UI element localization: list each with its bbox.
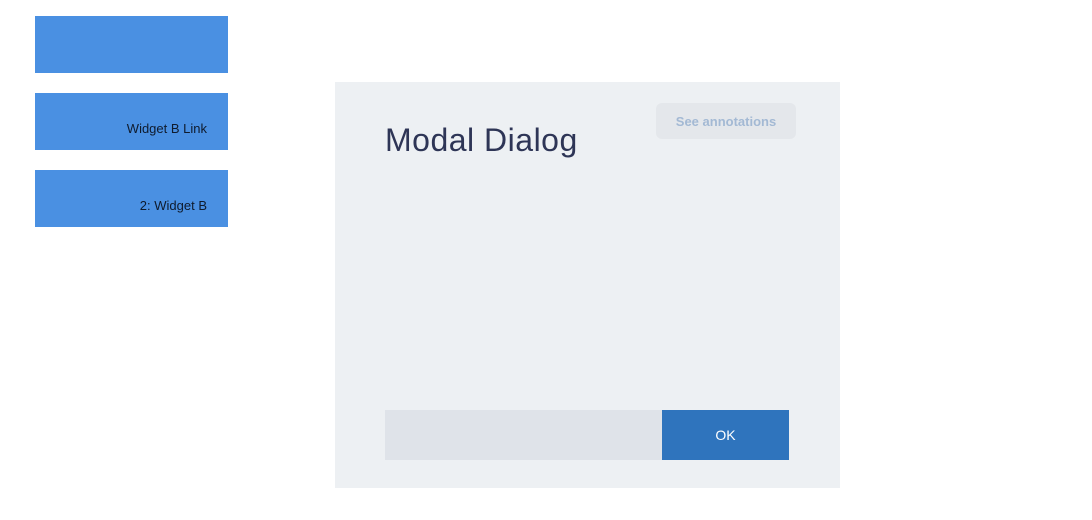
- ok-button[interactable]: OK: [662, 410, 789, 460]
- widget-a[interactable]: [35, 16, 228, 73]
- modal-title: Modal Dialog: [385, 122, 578, 158]
- widget-b-link-label: Widget B Link: [126, 121, 207, 136]
- widget-b[interactable]: 2: Widget B: [35, 170, 228, 227]
- widget-b-link[interactable]: Widget B Link: [35, 93, 228, 150]
- dialog-input-field[interactable]: [385, 410, 662, 460]
- widget-b-label: 2: Widget B: [139, 198, 207, 213]
- page: Widget B Link 2: Widget B Modal Dialog S…: [0, 0, 1092, 520]
- modal-dialog: Modal Dialog See annotations OK: [335, 82, 840, 488]
- see-annotations-button[interactable]: See annotations: [656, 103, 796, 139]
